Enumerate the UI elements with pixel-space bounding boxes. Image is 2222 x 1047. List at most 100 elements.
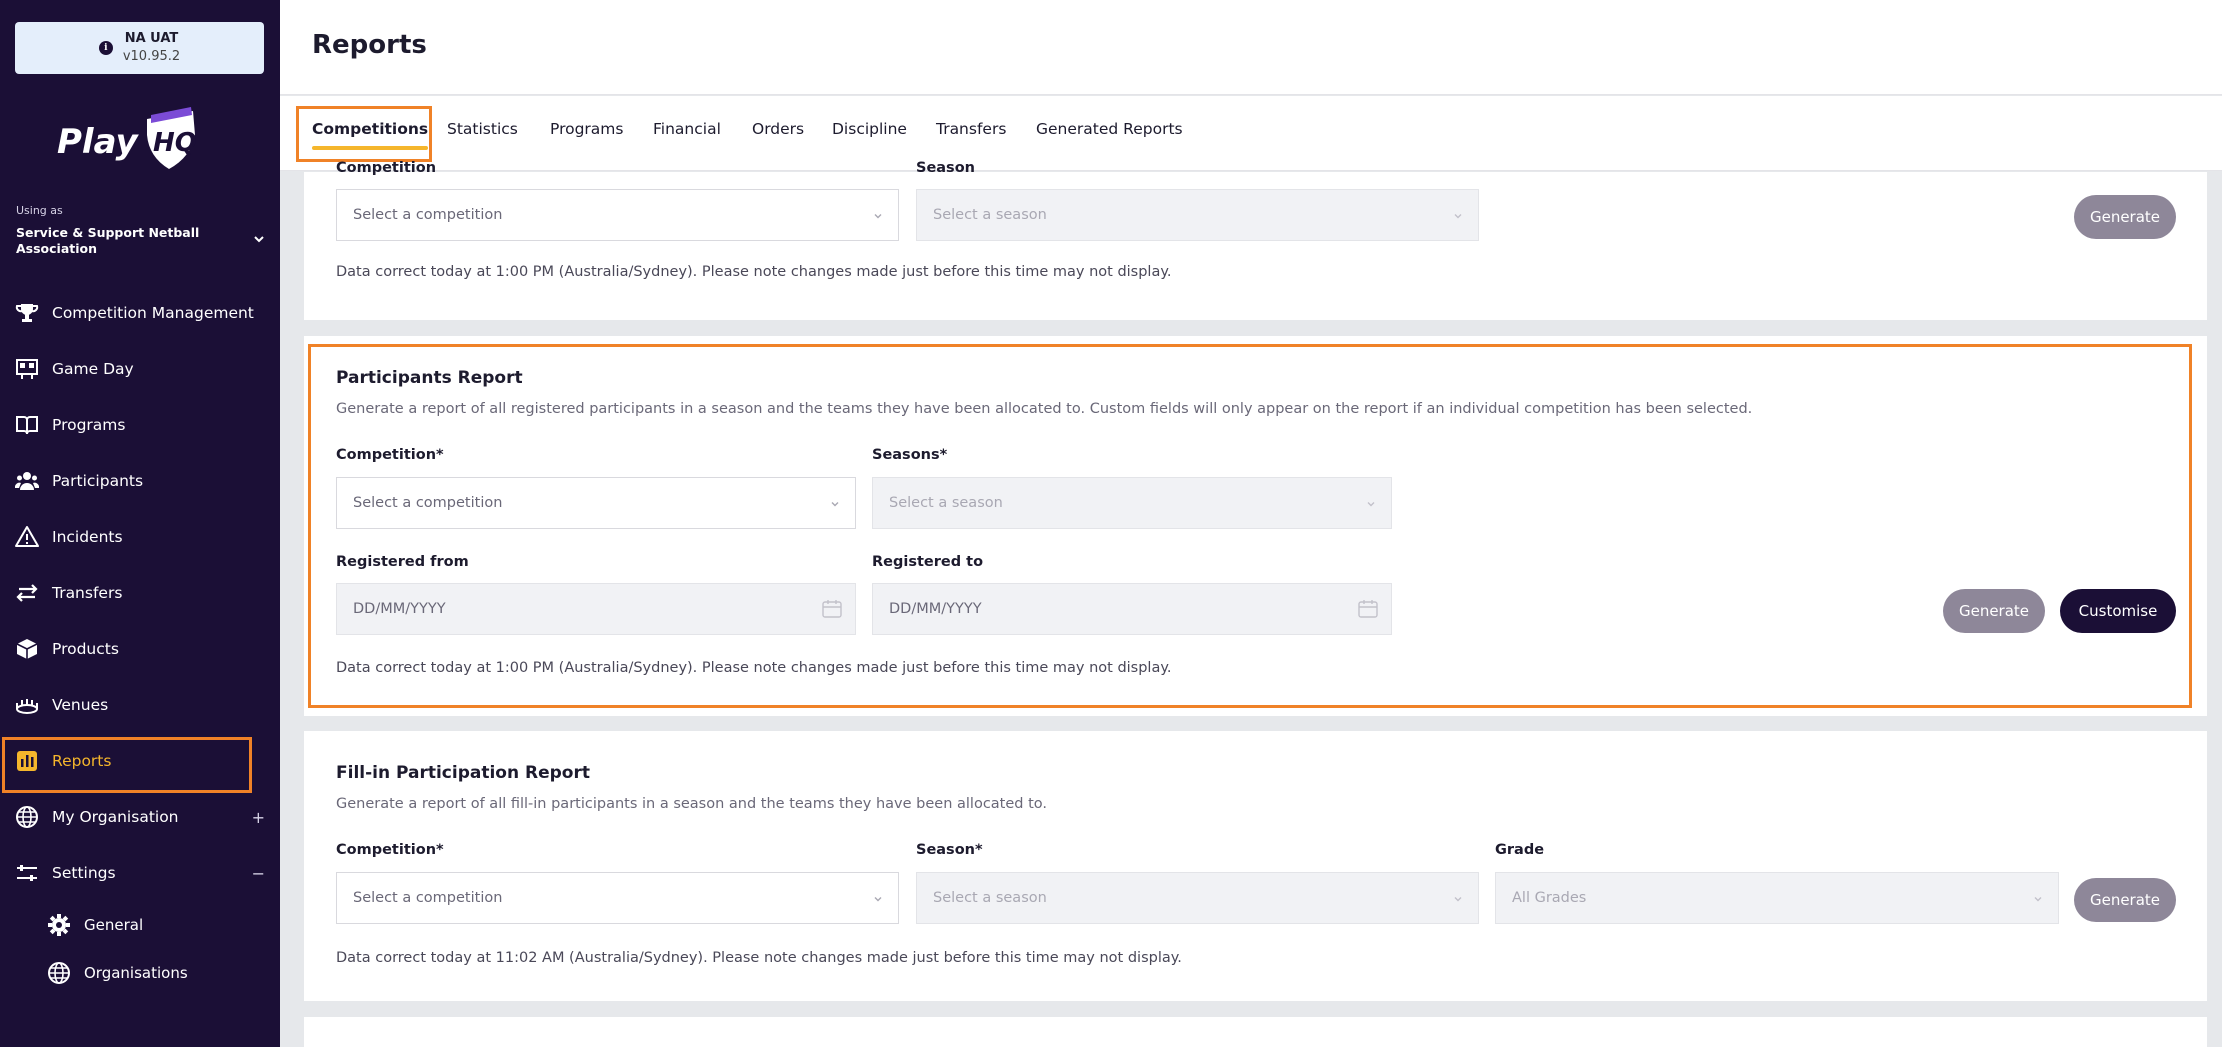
nav-item-settings[interactable]: Settings − xyxy=(0,845,280,901)
competition-select[interactable]: Select a competition xyxy=(336,189,899,241)
sliders-icon xyxy=(14,860,40,886)
box-icon xyxy=(14,636,40,662)
season-label: Season xyxy=(916,160,975,176)
stadium-icon xyxy=(14,692,40,718)
card-title: Fill-in Participation Report xyxy=(336,763,590,783)
nav-item-programs[interactable]: Programs xyxy=(0,397,280,453)
grade-select[interactable]: All Grades xyxy=(1495,872,2059,924)
env-name: NA UAT xyxy=(124,31,179,46)
season-label: Season* xyxy=(916,842,983,858)
chevron-down-icon xyxy=(874,897,882,902)
season-select[interactable]: Select a season xyxy=(916,872,1479,924)
env-version: v10.95.2 xyxy=(122,49,181,64)
nav-item-participants[interactable]: Participants xyxy=(0,453,280,509)
svg-text:Play: Play xyxy=(57,122,139,162)
tab-label: Transfers xyxy=(936,120,1007,138)
globe-icon xyxy=(14,804,40,830)
generate-button[interactable]: Generate xyxy=(2074,878,2176,922)
tab-label: Programs xyxy=(550,120,624,138)
nav-label: My Organisation xyxy=(52,808,179,826)
nav-label: Incidents xyxy=(52,528,123,546)
chevron-down-icon xyxy=(1454,897,1462,902)
subnav-label: Organisations xyxy=(84,964,188,982)
using-as-label: Using as xyxy=(16,204,63,217)
nav-item-game-day[interactable]: Game Day xyxy=(0,341,280,397)
playhq-logo[interactable]: Play HQ xyxy=(55,105,205,175)
tab-orders[interactable]: Orders xyxy=(752,120,804,138)
tab-label: Financial xyxy=(653,120,721,138)
select-placeholder: Select a season xyxy=(933,890,1047,906)
nav-label: Products xyxy=(52,640,119,658)
reports-icon xyxy=(14,748,40,774)
season-select[interactable]: Select a season xyxy=(916,189,1479,241)
sidebar: i NA UAT v10.95.2 Play HQ Using as Servi… xyxy=(0,0,280,1047)
gear-icon xyxy=(46,912,72,938)
nav-item-competition-management[interactable]: Competition Management xyxy=(0,285,280,341)
tab-label: Generated Reports xyxy=(1036,120,1183,138)
nav-label: Venues xyxy=(52,696,109,714)
nav-item-my-organisation[interactable]: My Organisation + xyxy=(0,789,280,845)
main-nav: Competition Management Game Day Programs… xyxy=(0,285,280,997)
nav-item-transfers[interactable]: Transfers xyxy=(0,565,280,621)
competition-report-card: Competition Season Select a competition … xyxy=(304,160,2207,320)
book-icon xyxy=(14,412,40,438)
warning-icon xyxy=(14,524,40,550)
card-highlight-annotation xyxy=(308,344,2192,708)
nav-label: Game Day xyxy=(52,360,134,378)
tab-highlight-annotation xyxy=(296,106,432,162)
scoreboard-icon xyxy=(14,356,40,382)
tab-label: Statistics xyxy=(447,120,518,138)
select-placeholder: Select a competition xyxy=(353,890,503,906)
expand-icon[interactable]: + xyxy=(252,808,265,827)
competition-label: Competition xyxy=(336,160,437,176)
select-placeholder: Select a season xyxy=(933,207,1047,223)
subnav-label: General xyxy=(84,916,144,934)
generate-button[interactable]: Generate xyxy=(2074,195,2176,239)
tab-generated-reports[interactable]: Generated Reports xyxy=(1036,120,1183,138)
select-value: All Grades xyxy=(1512,890,1587,906)
nav-label: Settings xyxy=(52,864,116,882)
card-description: Generate a report of all fill-in partici… xyxy=(336,796,1048,812)
nav-label: Transfers xyxy=(52,584,123,602)
svg-text:HQ: HQ xyxy=(153,128,197,158)
chevron-down-icon xyxy=(2034,897,2042,902)
tab-label: Orders xyxy=(752,120,805,138)
data-freshness-note: Data correct today at 1:00 PM (Australia… xyxy=(336,264,1172,280)
grade-label: Grade xyxy=(1495,842,1545,858)
page-title: Reports xyxy=(312,30,427,60)
report-tabs: Competitions Statistics Programs Financi… xyxy=(280,96,2222,171)
nav-item-products[interactable]: Products xyxy=(0,621,280,677)
competition-label: Competition* xyxy=(336,842,444,858)
people-icon xyxy=(14,468,40,494)
organisation-switcher[interactable]: Service & Support Netball Association xyxy=(16,225,236,257)
globe-icon xyxy=(46,960,72,986)
data-freshness-note: Data correct today at 11:02 AM (Australi… xyxy=(336,950,1182,966)
settings-subnav: General Organisations xyxy=(0,901,280,997)
nav-label: Competition Management xyxy=(52,304,254,322)
next-report-card xyxy=(304,1017,2207,1047)
tab-programs[interactable]: Programs xyxy=(550,120,623,138)
subnav-item-organisations[interactable]: Organisations xyxy=(0,949,280,997)
page-header: Reports xyxy=(280,0,2222,95)
tab-financial[interactable]: Financial xyxy=(653,120,721,138)
info-icon: i xyxy=(98,41,113,55)
nav-label: Reports xyxy=(52,752,112,770)
nav-item-venues[interactable]: Venues xyxy=(0,677,280,733)
collapse-icon[interactable]: − xyxy=(252,864,265,883)
arrows-icon xyxy=(14,580,40,606)
chevron-down-icon xyxy=(874,214,882,219)
nav-label: Programs xyxy=(52,416,126,434)
tab-discipline[interactable]: Discipline xyxy=(832,120,907,138)
tab-label: Discipline xyxy=(832,120,907,138)
subnav-item-general[interactable]: General xyxy=(0,901,280,949)
tab-statistics[interactable]: Statistics xyxy=(447,120,518,138)
select-placeholder: Select a competition xyxy=(353,207,503,223)
competition-select[interactable]: Select a competition xyxy=(336,872,899,924)
nav-item-incidents[interactable]: Incidents xyxy=(0,509,280,565)
trophy-icon xyxy=(14,300,40,326)
tab-transfers[interactable]: Transfers xyxy=(936,120,1006,138)
nav-label: Participants xyxy=(52,472,144,490)
chevron-down-icon xyxy=(1454,214,1462,219)
chevron-down-icon[interactable] xyxy=(252,232,266,246)
nav-item-reports[interactable]: Reports xyxy=(0,733,280,793)
